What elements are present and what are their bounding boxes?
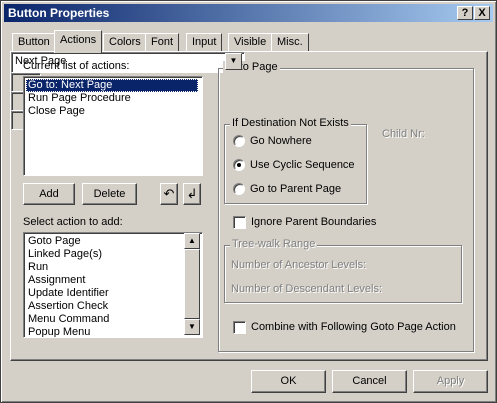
radio-go-to-parent[interactable] [233, 183, 245, 195]
tab-visible[interactable]: Visible [228, 33, 273, 52]
current-actions-list[interactable]: Go to: Next Page Run Page Procedure Clos… [23, 76, 203, 176]
move-up-icon[interactable]: ↶ [160, 183, 178, 205]
list-item[interactable]: Close Page [26, 105, 85, 118]
tab-button[interactable]: Button [12, 33, 56, 52]
tree-walk-legend: Tree-walk Range [230, 238, 318, 250]
tab-misc[interactable]: Misc. [271, 33, 309, 52]
add-actions-label: Select action to add: [23, 216, 123, 228]
if-destination-legend: If Destination Not Exists [230, 117, 351, 129]
apply-button[interactable]: Apply [413, 370, 488, 393]
scroll-down-icon[interactable]: ▼ [184, 319, 200, 335]
scroll-up-icon[interactable]: ▲ [184, 233, 200, 249]
ancestor-levels-label: Number of Ancestor Levels: [231, 259, 367, 271]
combine-label: Combine with Following Goto Page Action [251, 321, 456, 333]
dropdown-value: Next Page [15, 55, 67, 67]
actions-panel: Current list of actions: Go to: Next Pag… [10, 51, 488, 361]
move-down-icon[interactable]: ↲ [183, 183, 201, 205]
radio-go-nowhere[interactable] [233, 135, 245, 147]
delete-button[interactable]: Delete [82, 183, 137, 205]
list-item[interactable]: Go to: Next Page [26, 79, 198, 92]
tab-colors[interactable]: Colors [103, 33, 147, 52]
list-item[interactable]: Linked Page(s) [26, 248, 102, 261]
tab-input[interactable]: Input [186, 33, 223, 52]
descendant-levels-label: Number of Descendant Levels: [231, 283, 383, 295]
close-button[interactable]: X [474, 6, 490, 20]
button-properties-dialog: Button Properties ? X Button Actions Col… [0, 0, 497, 403]
radio-label: Use Cyclic Sequence [250, 159, 355, 171]
cancel-button[interactable]: Cancel [332, 370, 407, 393]
window-title: Button Properties [8, 6, 110, 20]
ok-button[interactable]: OK [251, 370, 326, 393]
radio-use-cyclic[interactable] [233, 159, 245, 171]
list-item[interactable]: Run [26, 261, 48, 274]
radio-label: Go Nowhere [250, 135, 312, 147]
goto-page-group [218, 68, 474, 352]
add-actions-list[interactable]: Goto Page Linked Page(s) Run Assignment … [23, 232, 203, 338]
title-bar[interactable]: Button Properties ? X [4, 4, 493, 22]
list-item[interactable]: Assertion Check [26, 300, 108, 313]
child-nr-label: Child Nr: [382, 128, 425, 140]
list-item[interactable]: Update Identifier [26, 287, 109, 300]
list-item[interactable]: Goto Page [26, 235, 81, 248]
add-button[interactable]: Add [23, 183, 75, 205]
list-item[interactable]: Popup Menu [26, 326, 90, 337]
ignore-parent-label: Ignore Parent Boundaries [251, 216, 377, 228]
list-item[interactable]: Menu Command [26, 313, 109, 326]
chevron-down-icon[interactable]: ▼ [225, 53, 242, 70]
tab-font[interactable]: Font [145, 33, 180, 52]
scroll-thumb[interactable] [184, 249, 200, 319]
list-item[interactable]: Assignment [26, 274, 85, 287]
list-item[interactable]: Run Page Procedure [26, 92, 131, 105]
ignore-parent-checkbox[interactable] [233, 216, 246, 229]
combine-checkbox[interactable] [233, 321, 246, 334]
help-button[interactable]: ? [457, 6, 473, 20]
radio-label: Go to Parent Page [250, 183, 342, 195]
tab-actions[interactable]: Actions [54, 30, 103, 53]
